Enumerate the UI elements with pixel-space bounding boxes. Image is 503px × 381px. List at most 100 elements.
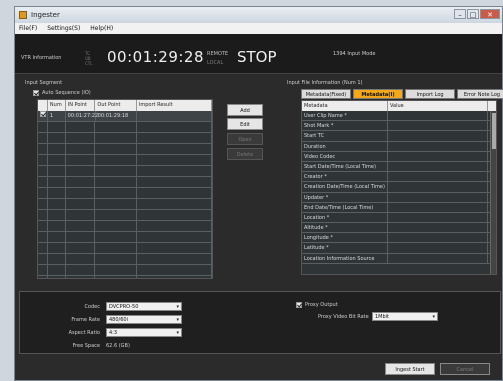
table-row[interactable]: Location *	[302, 212, 496, 224]
col-out-point: Out Point	[95, 100, 137, 111]
table-row[interactable]: Creator *	[302, 172, 496, 183]
app-icon	[19, 11, 27, 19]
col-in-point: IN Point	[66, 100, 96, 111]
col-metadata: Metadata	[302, 101, 388, 111]
table-row[interactable]: Shot Mark *	[302, 121, 496, 132]
vtr-info-label: VTR Information	[21, 55, 62, 61]
tab-error-note-log[interactable]: Error Note Log	[457, 89, 503, 99]
col-import-result: Import Result	[137, 100, 212, 111]
metadata-value[interactable]	[388, 161, 488, 172]
metadata-value[interactable]	[388, 212, 488, 223]
codec-select[interactable]: DVCPRO-50	[106, 302, 182, 312]
frame-rate-label: Frame Rate	[71, 317, 100, 323]
add-button[interactable]: Add	[227, 104, 263, 116]
ingest-start-button[interactable]: Ingest Start	[385, 363, 435, 375]
metadata-value[interactable]	[388, 243, 488, 253]
menu-file[interactable]: File(F)	[19, 23, 37, 34]
table-row[interactable]: Duration	[302, 141, 496, 152]
row-num: 1	[48, 111, 66, 121]
metadata-key: Location *	[302, 212, 388, 223]
table-row[interactable]: User Clip Name *	[302, 111, 496, 122]
tab-metadata-i[interactable]: Metadata(I)	[353, 89, 403, 99]
metadata-value[interactable]	[388, 131, 488, 141]
proxy-output-label: Proxy Output	[305, 302, 338, 308]
metadata-value[interactable]	[388, 253, 488, 263]
table-row	[38, 133, 212, 144]
close-button[interactable]: ✕	[480, 9, 500, 19]
edit-button[interactable]: Edit	[227, 118, 263, 130]
menu-bar: File(F) Settings(S) Help(H)	[15, 23, 502, 34]
cancel-button: Cancel	[440, 363, 490, 375]
table-row	[38, 265, 212, 276]
scrollbar-thumb[interactable]	[492, 113, 496, 149]
proxy-output-row: Proxy Output	[296, 302, 338, 308]
minimize-button[interactable]: –	[454, 9, 466, 19]
row-import-result	[137, 111, 212, 121]
free-space-value: 62.6 (GB)	[106, 343, 130, 349]
segment-table: Num IN Point Out Point Import Result 1 0…	[37, 99, 213, 279]
metadata-value[interactable]	[388, 192, 488, 202]
aspect-ratio-select[interactable]: 4:3	[106, 328, 182, 338]
metadata-value[interactable]	[388, 223, 488, 233]
table-row	[38, 166, 212, 177]
codec-label: Codec	[84, 304, 100, 310]
table-row	[38, 155, 212, 166]
file-info-heading: Input File Information (Num 1)	[287, 80, 363, 86]
maximize-button[interactable]: □	[467, 9, 479, 19]
metadata-table: Metadata Value User Clip Name * Shot Mar…	[301, 100, 497, 275]
metadata-key: Altitude *	[302, 223, 388, 233]
vtr-status-bar: VTR Information TC UB CTL 00:01:29:28 RE…	[15, 34, 502, 74]
table-row[interactable]: Video Codec	[302, 151, 496, 162]
table-row[interactable]: Location Information Source	[302, 253, 496, 264]
window-title: Ingester	[31, 11, 60, 19]
metadata-key: Creator *	[302, 172, 388, 182]
local-label: LOCAL	[207, 60, 224, 66]
proxy-bitrate-select[interactable]: 1Mbit	[372, 312, 438, 322]
table-row	[38, 188, 212, 199]
menu-help[interactable]: Help(H)	[90, 23, 113, 34]
metadata-value[interactable]	[388, 121, 488, 131]
ingester-window: Ingester – □ ✕ File(F) Settings(S) Help(…	[14, 6, 503, 381]
table-row[interactable]: Creation Date/Time (Local Time)	[302, 182, 496, 193]
timecode-source-labels: TC UB CTL	[85, 51, 92, 66]
metadata-value[interactable]	[388, 182, 488, 192]
frame-rate-select[interactable]: 480/60i	[106, 315, 182, 325]
table-row[interactable]: Updater *	[302, 192, 496, 203]
auto-sequence-checkbox[interactable]	[33, 90, 39, 96]
metadata-value[interactable]	[388, 172, 488, 182]
table-row	[38, 177, 212, 188]
row-checkbox[interactable]	[40, 111, 46, 117]
metadata-value[interactable]	[388, 233, 488, 243]
proxy-output-checkbox[interactable]	[296, 302, 302, 308]
open-button: Open	[227, 133, 263, 145]
table-row	[38, 122, 212, 133]
segment-table-header: Num IN Point Out Point Import Result	[38, 100, 212, 111]
auto-sequence-label: Auto Sequence (IO)	[42, 90, 91, 96]
tab-import-log[interactable]: Import Log	[405, 89, 455, 99]
metadata-scrollbar[interactable]	[490, 111, 496, 274]
col-value: Value	[388, 101, 488, 111]
tab-metadata-fixed[interactable]: Metadata(Fixed)	[301, 89, 351, 99]
metadata-value[interactable]	[388, 111, 488, 121]
metadata-key: Video Codec	[302, 151, 388, 161]
col-num: Num	[48, 100, 66, 111]
metadata-key: Location Information Source	[302, 253, 388, 263]
table-row	[38, 210, 212, 221]
metadata-value[interactable]	[388, 141, 488, 151]
table-row[interactable]: Start TC	[302, 131, 496, 142]
table-row[interactable]: 1 00:01:27:22 00:01:29:18	[38, 111, 212, 122]
table-row[interactable]: End Date/Time (Local Time)	[302, 202, 496, 213]
table-row[interactable]: Longitude *	[302, 233, 496, 244]
transport-state: STOP	[237, 48, 277, 66]
metadata-value[interactable]	[388, 202, 488, 212]
menu-settings[interactable]: Settings(S)	[47, 23, 80, 34]
metadata-key: End Date/Time (Local Time)	[302, 202, 388, 212]
metadata-value[interactable]	[388, 151, 488, 161]
table-row[interactable]: Altitude *	[302, 223, 496, 234]
delete-button: Delete	[227, 148, 263, 160]
table-row[interactable]: Latitude *	[302, 243, 496, 254]
table-row[interactable]: Start Date/Time (Local Time)	[302, 161, 496, 173]
metadata-key: Creation Date/Time (Local Time)	[302, 182, 388, 192]
row-out-point: 00:01:29:18	[96, 111, 138, 121]
output-settings-panel: Codec DVCPRO-50 Frame Rate 480/60i Aspec…	[19, 291, 501, 354]
